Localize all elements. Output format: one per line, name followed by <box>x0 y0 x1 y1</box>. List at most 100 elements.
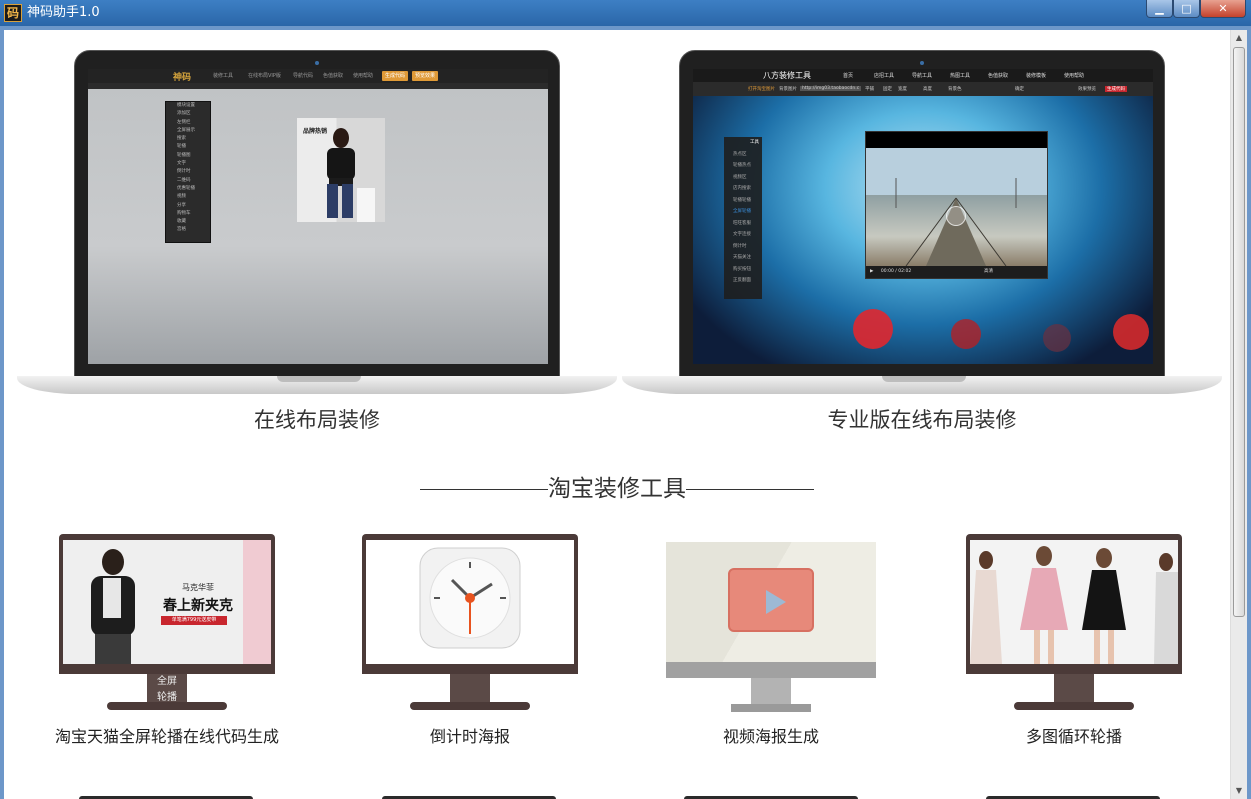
app-icon: 码 <box>4 4 22 22</box>
editor-preview-button: 预览效果 <box>412 71 438 81</box>
panel-item: 分享 <box>177 202 186 208</box>
panel-item: 轮播热点 <box>733 163 751 168</box>
tool-caption-countdown-poster[interactable]: 倒计时海报 <box>320 723 620 747</box>
tool-card-multi-image-carousel[interactable] <box>966 534 1182 714</box>
monitor-neck <box>1054 674 1094 702</box>
window-frame: 神码 装修工具 在线布局VIP版 导航代码 色值获取 使用帮助 生成代码 预览效… <box>0 26 1251 799</box>
editor-menu-item: 色值获取 <box>988 73 1009 79</box>
panel-item: 搜索 <box>177 136 186 142</box>
monitor-foot <box>731 704 811 712</box>
laptop-lid: 八方装修工具 首页 店招工具 导航工具 热图工具 色值获取 装修模板 使用帮助 … <box>679 50 1165 380</box>
editor-logo: 神码 <box>173 73 192 83</box>
window-title: 神码助手1.0 <box>27 5 100 20</box>
toolbar-item: 确定 <box>1015 87 1024 92</box>
window-titlebar[interactable]: 码 神码助手1.0 ▁ □ ✕ <box>0 0 1251 26</box>
tool-caption-fullscreen-carousel[interactable]: 淘宝天猫全屏轮播在线代码生成 <box>17 723 317 747</box>
tool-card-fullscreen-carousel[interactable]: 马克华菲 春上新夹克 单笔满799元送皮带 全屏 轮播 <box>59 534 275 714</box>
editor-menu-item: 色值获取 <box>323 73 344 79</box>
editor-menu-item: 导航工具 <box>912 73 933 79</box>
panel-item: 旺旺客服 <box>733 220 751 226</box>
editor-generate-button: 生成代码 <box>382 71 408 81</box>
tool-card-video-poster[interactable] <box>666 542 882 722</box>
poster-title: 品牌热销 <box>303 128 328 135</box>
editor-menu-item: 导航代码 <box>293 73 314 79</box>
monitor-screen <box>970 540 1178 664</box>
tool-caption-multi-image-carousel[interactable]: 多图循环轮播 <box>924 723 1224 747</box>
video-frame <box>866 148 1047 267</box>
panel-item: 店内搜索 <box>733 186 751 191</box>
laptop-notch <box>277 376 361 382</box>
toolbar-item: 宽度 <box>898 87 907 92</box>
fashion-models-figure <box>970 546 1178 664</box>
clock-icon <box>419 547 521 649</box>
vertical-scrollbar[interactable]: ▲ ▼ <box>1230 30 1247 799</box>
video-time: 00:00 / 02:02 <box>880 269 912 274</box>
editor-title: 八方装修工具 <box>763 71 811 80</box>
laptop-screen-online-layout: 神码 装修工具 在线布局VIP版 导航代码 色值获取 使用帮助 生成代码 预览效… <box>88 69 548 364</box>
toolbar-item: 固定 <box>883 87 892 92</box>
camera-dot <box>920 61 924 65</box>
panel-item: 购物车 <box>177 210 191 216</box>
video-quality: 高清 <box>984 269 993 274</box>
editor-topbar: 神码 装修工具 在线布局VIP版 导航代码 色值获取 使用帮助 生成代码 预览效… <box>88 69 548 83</box>
editor-module-panel: 模块设置 添加区 左侧栏 全屏展示 搜索 轮播 轮播图 文字 倒计时 二维码 优… <box>165 101 211 243</box>
toolbar-item: 平铺 <box>865 87 874 92</box>
scroll-thumb[interactable] <box>1233 47 1245 617</box>
tool-card-pro-layout[interactable]: 八方装修工具 首页 店招工具 导航工具 热图工具 色值获取 装修模板 使用帮助 … <box>622 30 1222 450</box>
toolbar-item: 背景图片 <box>779 87 797 92</box>
panel-item: 倒计时 <box>177 169 191 175</box>
toolbar-generate: 生成代码 <box>1105 86 1127 92</box>
panel-item: 轮播 <box>177 144 186 150</box>
scroll-down-arrow-icon[interactable]: ▼ <box>1231 783 1247 799</box>
close-button[interactable]: ✕ <box>1200 0 1246 18</box>
editor-ruler <box>88 83 548 89</box>
monitor-screen: 马克华菲 春上新夹克 单笔满799元送皮带 <box>63 540 271 664</box>
panel-item: 文字 <box>177 161 186 167</box>
minimize-button[interactable]: ▁ <box>1146 0 1173 18</box>
title-line-left <box>420 489 548 490</box>
panel-item: 天猫关注 <box>733 255 751 260</box>
scroll-up-arrow-icon[interactable]: ▲ <box>1231 30 1247 46</box>
maximize-button[interactable]: □ <box>1173 0 1200 18</box>
monitor-screen <box>666 542 876 662</box>
male-model-figure <box>91 549 135 664</box>
video-controls: ▶ 00:00 / 02:02 高清 <box>866 266 1047 278</box>
tool-caption-pro-layout[interactable]: 专业版在线布局装修 <box>622 404 1222 434</box>
panel-item: 倒计时 <box>733 243 747 249</box>
monitor-foot <box>1014 702 1134 710</box>
monitor-chin <box>666 662 876 678</box>
editor-menu-item: 店招工具 <box>874 73 895 79</box>
model-figure <box>327 128 375 222</box>
panel-item: 左侧栏 <box>177 119 191 125</box>
toolbar-item: 背景色 <box>948 87 962 92</box>
editor-topbar: 八方装修工具 首页 店招工具 导航工具 热图工具 色值获取 装修模板 使用帮助 <box>693 69 1153 82</box>
editor-menu-item: 首页 <box>843 73 854 79</box>
editor-menu-item: 使用帮助 <box>1064 73 1085 79</box>
play-icon <box>766 590 786 614</box>
play-icon: ▶ <box>870 269 874 274</box>
panel-item: 轮播轮播 <box>733 197 751 203</box>
panel-item: 文字连接 <box>733 232 751 237</box>
panel-item: 优惠轮播 <box>177 185 195 191</box>
monitor-bezel <box>362 534 578 674</box>
editor-menu-item: 热图工具 <box>950 73 971 79</box>
panel-item: 轮播图 <box>177 152 191 158</box>
tool-caption-video-poster[interactable]: 视频海报生成 <box>621 723 921 747</box>
panel-title: 工具 <box>750 140 759 145</box>
tool-card-online-layout[interactable]: 神码 装修工具 在线布局VIP版 导航代码 色值获取 使用帮助 生成代码 预览效… <box>17 30 617 450</box>
toolbar-url-field: http://img03.taobaocdn.c <box>800 86 862 91</box>
tool-caption-online-layout[interactable]: 在线布局装修 <box>17 404 617 434</box>
monitor-bezel: 马克华菲 春上新夹克 单笔满799元送皮带 <box>59 534 275 674</box>
toolbar-item: 效果预览 <box>1078 87 1096 92</box>
camera-dot <box>315 61 319 65</box>
monitor-neck <box>751 678 791 704</box>
monitor-neck <box>450 674 490 702</box>
video-player-preview: ▶ 00:00 / 02:02 高清 <box>865 131 1048 279</box>
editor-menu-item: 使用帮助 <box>353 73 374 79</box>
tool-card-countdown-poster[interactable] <box>362 534 578 714</box>
editor-tool-panel: 工具 热点区 轮播热点 视频区 店内搜索 轮播轮播 全屏轮播 旺旺客服 文字连接… <box>724 137 762 299</box>
panel-item: 视频 <box>177 194 186 200</box>
toolbar-item: 高度 <box>923 87 932 92</box>
panel-item: 二维码 <box>177 177 191 183</box>
editor-menu-item: 装修模板 <box>1026 73 1047 79</box>
